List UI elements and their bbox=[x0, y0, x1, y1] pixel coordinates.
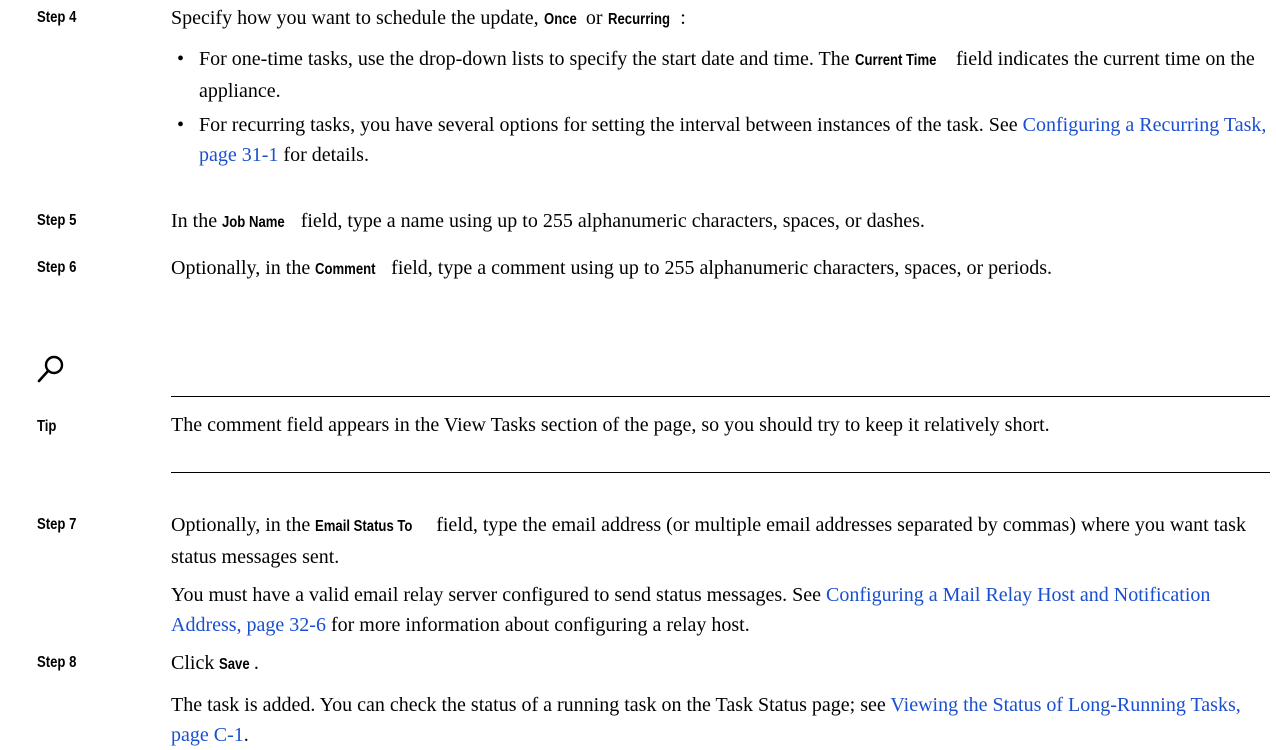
step-5-pre: In the bbox=[171, 210, 223, 232]
step-8-pre: Click bbox=[171, 652, 220, 674]
tip-label: Tip bbox=[37, 418, 57, 435]
step-4-pre: Specify how you want to schedule the upd… bbox=[171, 7, 544, 29]
step-4-post: : bbox=[680, 7, 686, 29]
bullet-dot: • bbox=[177, 114, 185, 136]
comment-term: Comment bbox=[315, 261, 376, 278]
bullet-dot: • bbox=[177, 48, 185, 70]
bullet-one-time: • For one-time tasks, use the drop-down l… bbox=[177, 44, 1271, 106]
step-8-label: Step 8 bbox=[37, 654, 77, 671]
step-7-text: Optionally, in the Email Status To field… bbox=[171, 510, 1271, 572]
email-status-to-term: Email Status To bbox=[315, 518, 413, 535]
tip-top-divider bbox=[171, 396, 1270, 397]
step-8-note-post: . bbox=[243, 724, 249, 746]
recurring-option: Recurring bbox=[607, 11, 670, 28]
bullet2-pre: For recurring tasks, you have several op… bbox=[199, 114, 1023, 136]
step-7-label: Step 7 bbox=[37, 516, 77, 533]
step-6-label: Step 6 bbox=[37, 259, 77, 276]
step-8-note-pre: The task is added. You can check the sta… bbox=[171, 694, 891, 716]
step-5-post: field, type a name using up to 255 alpha… bbox=[295, 210, 925, 232]
step-6-post: field, type a comment using up to 255 al… bbox=[386, 257, 1053, 279]
step-7-note-pre: You must have a valid email relay server… bbox=[171, 584, 827, 606]
step-8-text: Click Save. bbox=[171, 648, 1271, 680]
bullet-recurring: • For recurring tasks, you have several o… bbox=[177, 110, 1271, 170]
step-4-label: Step 4 bbox=[37, 9, 77, 26]
step-7-note-post: for more information about configuring a… bbox=[325, 614, 750, 636]
step-6-pre: Optionally, in the bbox=[171, 257, 316, 279]
current-time-term: Current Time bbox=[854, 52, 937, 69]
once-option: Once bbox=[543, 11, 577, 28]
step-4-or: or bbox=[580, 7, 608, 29]
step-4-text: Specify how you want to schedule the upd… bbox=[171, 3, 1271, 35]
step-8-note: The task is added. You can check the sta… bbox=[171, 690, 1271, 750]
step-7-pre: Optionally, in the bbox=[171, 514, 316, 536]
step-8-post: . bbox=[253, 652, 259, 674]
step-5-label: Step 5 bbox=[37, 212, 77, 229]
tip-text: The comment field appears in the View Ta… bbox=[171, 414, 1050, 436]
job-name-term: Job Name bbox=[222, 214, 285, 231]
step-5-text: In the Job Name field, type a name using… bbox=[171, 206, 1271, 238]
tip-bottom-divider bbox=[171, 472, 1270, 473]
bullet1-pre: For one-time tasks, use the drop-down li… bbox=[199, 48, 855, 70]
save-term: Save bbox=[219, 656, 250, 673]
magnifier-icon bbox=[37, 355, 64, 383]
step-6-text: Optionally, in the Comment field, type a… bbox=[171, 253, 1271, 285]
bullet2-post: for details. bbox=[278, 144, 369, 166]
step-7-note: You must have a valid email relay server… bbox=[171, 580, 1271, 640]
